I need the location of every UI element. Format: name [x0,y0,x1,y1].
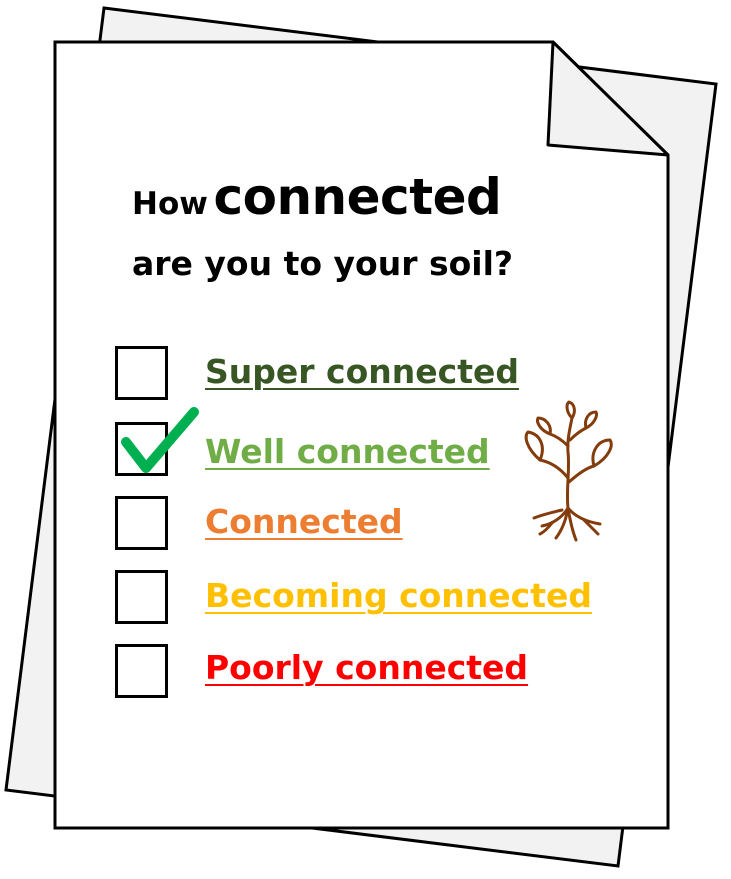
heading-word-how: How [132,186,208,222]
checkbox-super-connected[interactable] [115,346,168,400]
heading-word-connected: connected [213,168,502,226]
plant-icon [524,400,613,542]
checkbox-becoming-connected[interactable] [115,570,168,624]
option-poorly-connected[interactable]: Poorly connected [0,642,731,702]
worksheet-illustration: How connected are you to your soil? Supe… [0,0,731,879]
heading-line-1: How connected [132,168,612,248]
option-label: Becoming connected [205,576,593,615]
option-super-connected[interactable]: Super connected [0,344,731,404]
checkmark-icon [121,407,199,473]
checkbox-connected[interactable] [115,496,168,550]
option-label: Poorly connected [205,648,529,687]
heading-line-2: are you to your soil? [132,244,514,283]
question-heading: How connected are you to your soil? [132,168,612,283]
option-label: Connected [205,502,403,541]
option-becoming-connected[interactable]: Becoming connected [0,568,731,628]
option-label: Well connected [205,432,490,471]
option-well-connected[interactable]: Well connected [0,420,731,480]
checkbox-poorly-connected[interactable] [115,644,168,698]
option-label: Super connected [205,352,519,391]
option-connected[interactable]: Connected [0,494,731,554]
